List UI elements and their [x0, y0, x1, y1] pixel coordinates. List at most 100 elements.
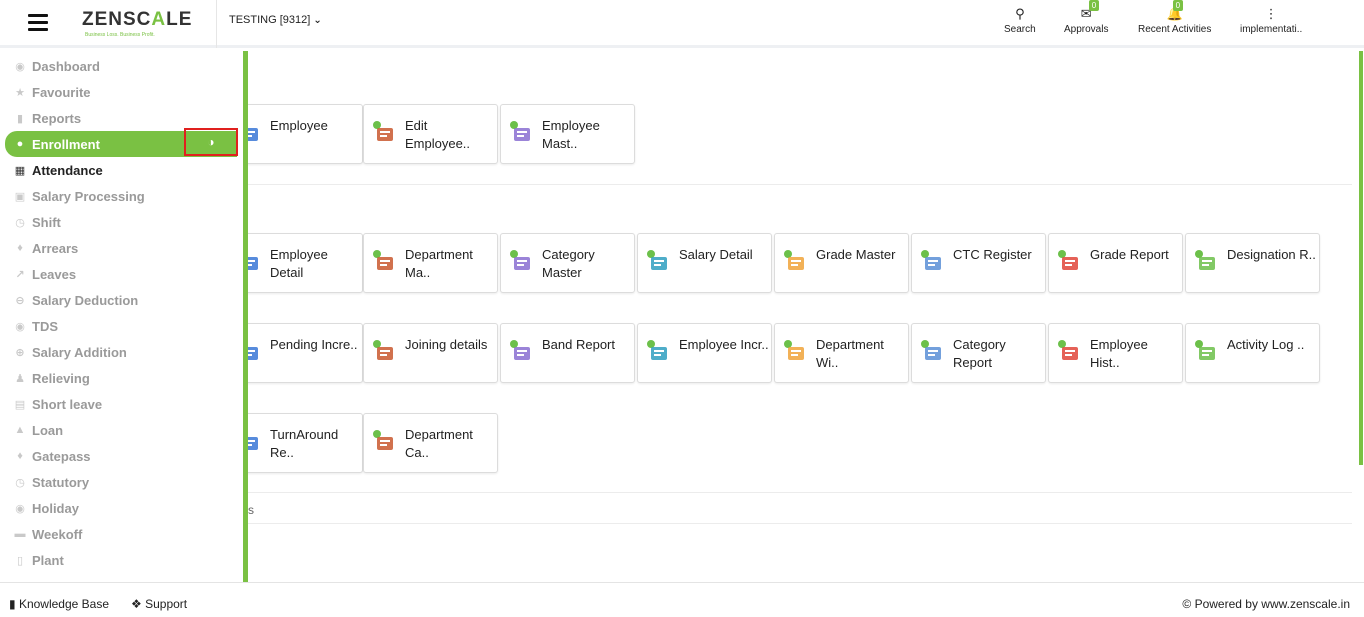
knowledge-base-link[interactable]: ▮ Knowledge Base: [9, 597, 109, 611]
sidebar-item-attendance[interactable]: ▦ Attendance: [0, 157, 243, 183]
chevron-down-icon: ⌄: [313, 15, 322, 26]
report-card-icon: [782, 248, 808, 274]
report-card-icon: [508, 338, 534, 364]
company-selector[interactable]: TESTING [9312] ⌄: [229, 14, 322, 26]
approvals-button[interactable]: ✉ 0 Approvals: [1064, 0, 1108, 35]
drop-icon: ◉: [15, 320, 25, 333]
report-card-label: Employee Mast..: [542, 118, 600, 151]
sidebar-item-weekoff[interactable]: ▬ Weekoff: [0, 521, 243, 547]
report-card[interactable]: TurnAround Re..: [248, 413, 363, 473]
approvals-badge: 0: [1088, 0, 1100, 11]
user-menu-button[interactable]: ⋮ implementati..: [1240, 6, 1302, 35]
report-card-icon: [248, 248, 262, 274]
sidebar-item-holiday[interactable]: ◉ Holiday: [0, 495, 243, 521]
file-icon: ▮: [16, 112, 24, 125]
report-card-label: Band Report: [542, 337, 615, 352]
image-icon: ▤: [14, 398, 26, 411]
book-icon: ▮: [9, 597, 16, 611]
report-card[interactable]: Employee Mast..: [500, 104, 635, 164]
report-card[interactable]: Employee Detail: [248, 233, 363, 293]
sidebar-item-salary-deduction[interactable]: ⊖ Salary Deduction: [0, 287, 243, 313]
sidebar-item-statutory[interactable]: ◷ Statutory: [0, 469, 243, 495]
report-card-icon: [248, 338, 262, 364]
sidebar-item-enrollment[interactable]: ● Enrollment ◑: [5, 128, 238, 157]
report-card-icon: [248, 119, 262, 145]
report-card[interactable]: Joining details: [363, 323, 498, 383]
report-card-label: Category Master: [542, 247, 595, 280]
report-card-label: Employee: [270, 118, 328, 133]
report-card[interactable]: Activity Log ..: [1185, 323, 1320, 383]
report-card-label: CTC Register: [953, 247, 1032, 262]
sidebar-item-favourite[interactable]: ★ Favourite: [0, 79, 243, 105]
report-card-icon: [782, 338, 808, 364]
report-card[interactable]: Employee Hist..: [1048, 323, 1183, 383]
dashboard-icon: ◉: [15, 60, 25, 73]
plus-circle-icon: ⊕: [15, 346, 25, 359]
sidebar-item-gatepass[interactable]: ♦ Gatepass: [0, 443, 243, 469]
search-button[interactable]: ⚲ Search: [1004, 6, 1036, 35]
ticket-icon: ♦: [17, 450, 23, 462]
clock-icon: ◷: [15, 476, 25, 489]
support-link[interactable]: ❖ Support: [131, 597, 187, 611]
thumb-icon: ▲: [14, 424, 26, 436]
powered-by-text: © Powered by www.zenscale.in: [1182, 597, 1350, 611]
section-divider: [248, 523, 1352, 524]
clock-icon: ◷: [15, 216, 25, 229]
report-card-label: Department Wi..: [816, 337, 884, 370]
report-card[interactable]: Grade Report: [1048, 233, 1183, 293]
globe-icon: ◉: [15, 502, 25, 515]
minus-circle-icon: ⊖: [15, 294, 25, 307]
report-card-label: Joining details: [405, 337, 488, 352]
sidebar-item-salary-addition[interactable]: ⊕ Salary Addition: [0, 339, 243, 365]
report-card[interactable]: Employee Incr..: [637, 323, 772, 383]
sidebar-item-leaves[interactable]: ↗ Leaves: [0, 261, 243, 287]
tag-icon: ♦: [17, 242, 23, 254]
report-card-label: Department Ma..: [405, 247, 473, 280]
hamburger-menu-icon[interactable]: [28, 14, 48, 32]
sidebar-item-arrears[interactable]: ♦ Arrears: [0, 235, 243, 261]
user-icon: ●: [16, 138, 24, 150]
envelope-icon: ✉ 0: [1081, 0, 1100, 22]
recent-badge: 0: [1172, 0, 1184, 11]
recent-activities-button[interactable]: 🔔 0 Recent Activities: [1138, 0, 1211, 35]
enrollment-dashboard-button[interactable]: ◑: [184, 128, 238, 156]
sidebar-item-dashboard[interactable]: ◉ Dashboard: [0, 53, 243, 79]
users-icon: ♟: [15, 372, 25, 385]
report-card-label: Category Report: [953, 337, 1006, 370]
report-card[interactable]: Department Ma..: [363, 233, 498, 293]
report-card-label: TurnAround Re..: [270, 427, 339, 460]
report-card[interactable]: Department Ca..: [363, 413, 498, 473]
footer: ▮ Knowledge Base ❖ Support © Powered by …: [0, 582, 1364, 617]
report-card-label: Grade Master: [816, 247, 896, 262]
header-divider: [216, 0, 217, 48]
sidebar-item-plant[interactable]: ▯ Plant: [0, 547, 243, 573]
report-card[interactable]: Employee: [248, 104, 363, 164]
bed-icon: ▬: [14, 528, 26, 540]
report-card-label: Employee Incr..: [679, 337, 769, 352]
sidebar: ◉ Dashboard ★ Favourite ▮ Reports ● Enrollme…: [0, 51, 243, 582]
report-card[interactable]: Edit Employee..: [363, 104, 498, 164]
report-card[interactable]: Category Master: [500, 233, 635, 293]
bell-icon: 🔔 0: [1166, 0, 1184, 21]
report-card[interactable]: Pending Incre..: [248, 323, 363, 383]
report-card[interactable]: CTC Register: [911, 233, 1046, 293]
sidebar-item-tds[interactable]: ◉ TDS: [0, 313, 243, 339]
report-card[interactable]: Designation R..: [1185, 233, 1320, 293]
report-card-label: Employee Detail: [270, 247, 328, 280]
report-card-icon: [645, 248, 671, 274]
report-card[interactable]: Grade Master: [774, 233, 909, 293]
report-card[interactable]: Department Wi..: [774, 323, 909, 383]
zenscale-logo[interactable]: ZENSCALE Business Loss. Business Profit.: [82, 9, 202, 38]
report-card[interactable]: Salary Detail: [637, 233, 772, 293]
building-icon: ▯: [16, 554, 24, 567]
report-card-icon: [248, 428, 262, 454]
report-card-icon: [371, 428, 397, 454]
sidebar-item-short-leave[interactable]: ▤ Short leave: [0, 391, 243, 417]
sidebar-item-salary-processing[interactable]: ▣ Salary Processing: [0, 183, 243, 209]
sidebar-item-shift[interactable]: ◷ Shift: [0, 209, 243, 235]
scrollbar-thumb[interactable]: [1359, 51, 1363, 465]
sidebar-item-loan[interactable]: ▲ Loan: [0, 417, 243, 443]
report-card[interactable]: Category Report: [911, 323, 1046, 383]
report-card[interactable]: Band Report: [500, 323, 635, 383]
sidebar-item-relieving[interactable]: ♟ Relieving: [0, 365, 243, 391]
